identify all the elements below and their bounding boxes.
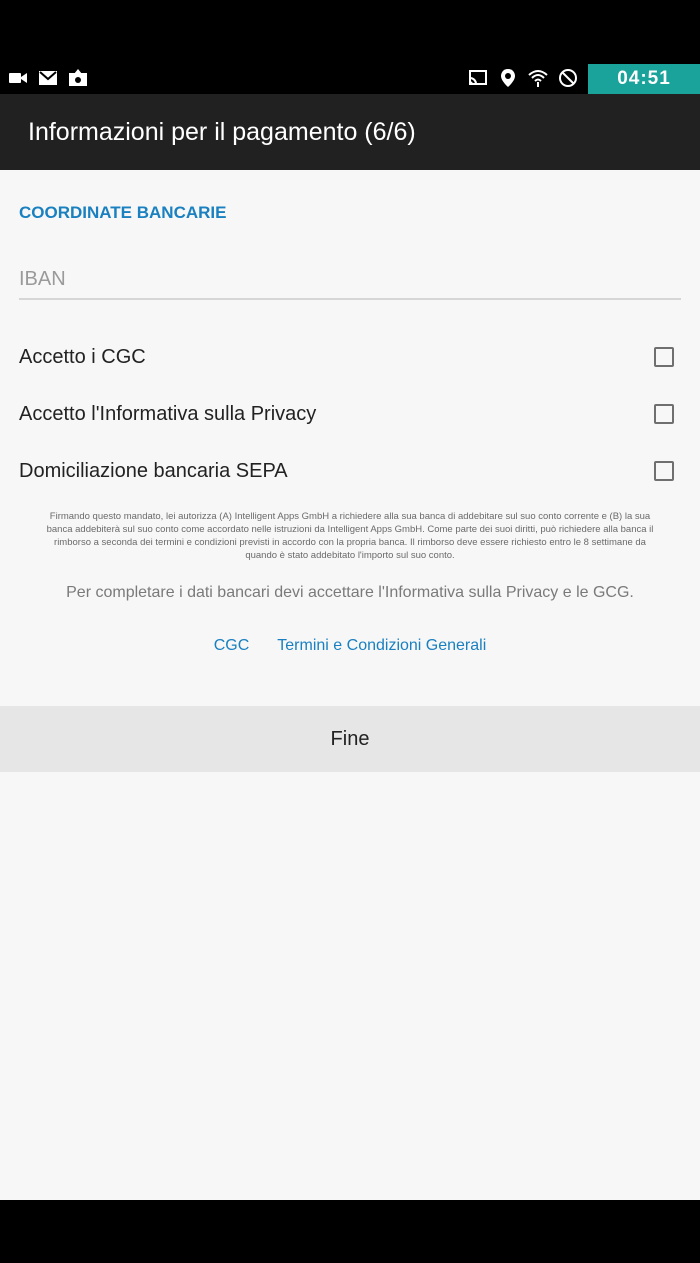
page-title: Informazioni per il pagamento (6/6) xyxy=(28,117,416,146)
cast-icon xyxy=(468,68,488,88)
accept-privacy-checkbox[interactable] xyxy=(654,404,674,424)
sepa-direct-debit-row[interactable]: Domiciliazione bancaria SEPA xyxy=(0,451,700,491)
accept-privacy-label: Accetto l'Informativa sulla Privacy xyxy=(19,402,317,425)
sepa-direct-debit-label: Domiciliazione bancaria SEPA xyxy=(19,459,288,482)
accept-cgc-label: Accetto i CGC xyxy=(19,345,146,368)
legal-links: CGC Termini e Condizioni Generali xyxy=(0,637,700,655)
system-icons xyxy=(468,68,578,88)
gmail-icon xyxy=(38,68,58,88)
payment-form: COORDINATE BANCARIE Accetto i CGC Accett… xyxy=(0,170,700,1200)
accept-cgc-row[interactable]: Accetto i CGC xyxy=(0,337,700,377)
cgc-link[interactable]: CGC xyxy=(214,637,250,655)
iban-input[interactable] xyxy=(19,260,681,300)
notification-icons xyxy=(8,68,88,88)
location-icon xyxy=(498,68,518,88)
sepa-mandate-text: Firmando questo mandato, lei autorizza (… xyxy=(46,511,654,561)
clock: 04:51 xyxy=(588,64,700,94)
wifi-icon xyxy=(528,68,548,88)
accept-cgc-checkbox[interactable] xyxy=(654,347,674,367)
accept-privacy-row[interactable]: Accetto l'Informativa sulla Privacy xyxy=(0,394,700,434)
video-camera-icon xyxy=(8,68,28,88)
finish-button[interactable]: Fine xyxy=(0,706,700,772)
terms-link[interactable]: Termini e Condizioni Generali xyxy=(277,637,486,655)
privacy-note: Per completare i dati bancari devi accet… xyxy=(66,584,634,601)
section-title: COORDINATE BANCARIE xyxy=(19,203,227,222)
do-not-disturb-icon xyxy=(558,68,578,88)
app-toolbar: Informazioni per il pagamento (6/6) xyxy=(0,94,700,170)
navigation-bar xyxy=(0,1200,700,1263)
image-upload-icon xyxy=(68,68,88,88)
sepa-direct-debit-checkbox[interactable] xyxy=(654,461,674,481)
status-bar: 04:51 xyxy=(0,0,700,94)
